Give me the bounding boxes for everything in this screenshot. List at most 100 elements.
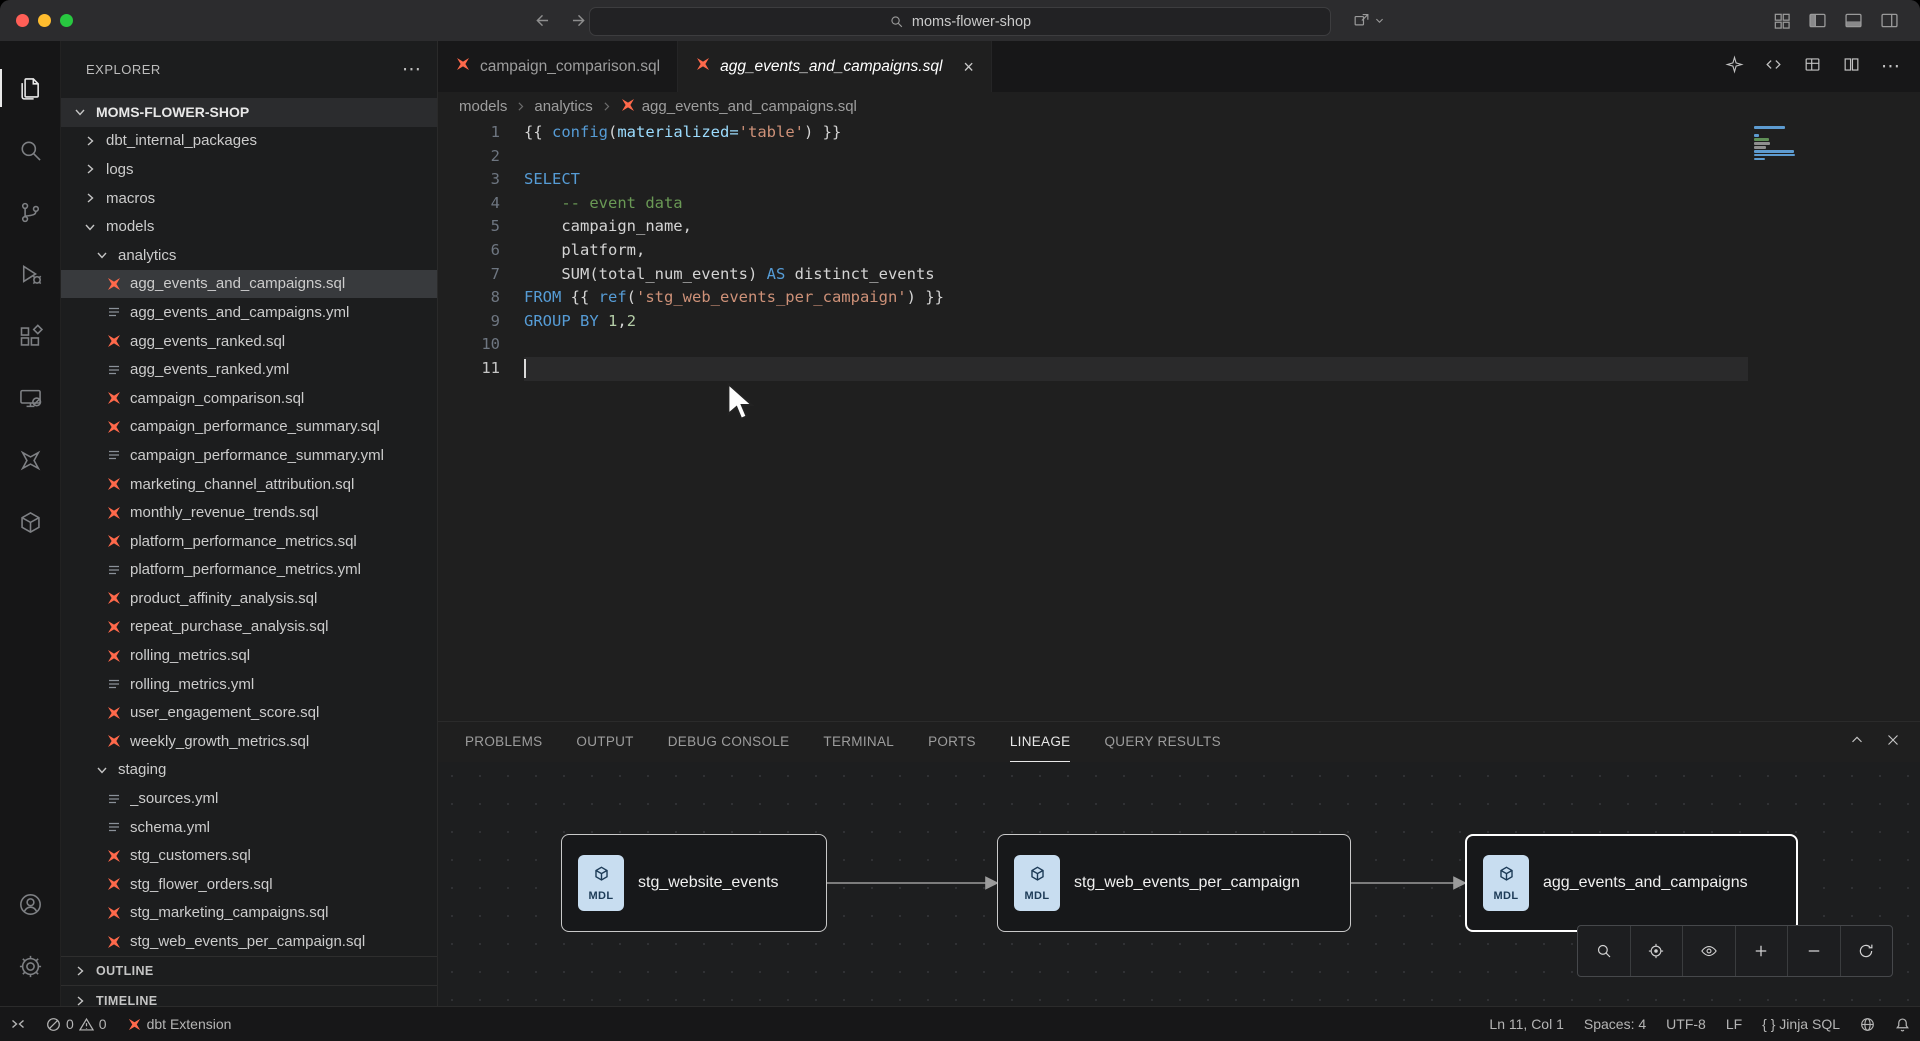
tree-item-platform_performance_metrics.sql[interactable]: platform_performance_metrics.sql [61,527,437,556]
window-close-button[interactable] [16,14,29,27]
remote-indicator[interactable] [0,1007,36,1041]
inline-code-button[interactable] [1764,55,1783,79]
tree-item-models[interactable]: models [61,212,437,241]
lineage-visibility-button[interactable] [1683,926,1736,976]
customize-layout-button[interactable] [1772,11,1792,31]
activity-packages[interactable] [0,491,61,553]
breadcrumb-item-agg_events_and_campaigns.sql[interactable]: agg_events_and_campaigns.sql [620,97,857,117]
toggle-secondary-sidebar-button[interactable] [1879,10,1900,31]
lineage-canvas[interactable]: MDLstg_website_events MDLstg_web_events_p… [438,762,1920,1007]
tree-item-rolling_metrics.sql[interactable]: rolling_metrics.sql [61,641,437,670]
tree-item-staging[interactable]: staging [61,756,437,785]
panel-tab-QUERY RESULTS[interactable]: QUERY RESULTS [1104,722,1220,762]
tree-item-platform_performance_metrics.yml[interactable]: platform_performance_metrics.yml [61,556,437,585]
code-line-7[interactable]: 7 SUM(total_num_events) AS distinct_even… [438,263,1920,287]
dbt-extension-status[interactable]: dbt Extension [117,1007,242,1041]
code-line-8[interactable]: 8FROM {{ ref('stg_web_events_per_campaig… [438,286,1920,310]
outline-section-header[interactable]: OUTLINE [61,956,437,986]
tree-item-macros[interactable]: macros [61,184,437,213]
lineage-zoom-in-button[interactable] [1736,926,1789,976]
activity-remote-explorer[interactable] [0,367,61,429]
split-editor-button[interactable] [1842,55,1861,79]
tree-item-monthly_revenue_trends.sql[interactable]: monthly_revenue_trends.sql [61,498,437,527]
activity-settings[interactable] [0,935,61,997]
tree-item-campaign_performance_summary.yml[interactable]: campaign_performance_summary.yml [61,441,437,470]
tree-item-repeat_purchase_analysis.sql[interactable]: repeat_purchase_analysis.sql [61,613,437,642]
tree-item-stg_web_events_per_campaign.sql[interactable]: stg_web_events_per_campaign.sql [61,927,437,956]
activity-search[interactable] [0,119,61,181]
tree-item-agg_events_ranked.yml[interactable]: agg_events_ranked.yml [61,355,437,384]
breadcrumb-item-models[interactable]: models [459,98,507,115]
close-panel-button[interactable] [1884,731,1902,754]
activity-run-debug[interactable] [0,243,61,305]
toggle-panel-button[interactable] [1843,10,1864,31]
tree-item-rolling_metrics.yml[interactable]: rolling_metrics.yml [61,670,437,699]
tree-item-stg_customers.sql[interactable]: stg_customers.sql [61,841,437,870]
maximize-panel-button[interactable] [1848,731,1866,754]
command-center-search[interactable]: moms-flower-shop [589,7,1331,36]
language-mode-status[interactable]: { } Jinja SQL [1752,1007,1850,1041]
tree-item-stg_marketing_campaigns.sql[interactable]: stg_marketing_campaigns.sql [61,899,437,928]
cursor-position-status[interactable]: Ln 11, Col 1 [1479,1007,1573,1041]
activity-source-control[interactable] [0,181,61,243]
breadcrumb-item-analytics[interactable]: analytics [534,98,592,115]
tree-item-campaign_comparison.sql[interactable]: campaign_comparison.sql [61,384,437,413]
query-results-button[interactable] [1803,55,1822,79]
close-tab-icon[interactable]: × [963,58,974,76]
lineage-node-stg_website_events[interactable]: MDLstg_website_events [561,834,827,932]
panel-tab-DEBUG CONSOLE[interactable]: DEBUG CONSOLE [668,722,790,762]
tree-item-user_engagement_score.sql[interactable]: user_engagement_score.sql [61,698,437,727]
window-minimize-button[interactable] [38,14,51,27]
window-zoom-button[interactable] [60,14,73,27]
more-actions-icon[interactable]: ⋯ [402,58,421,81]
panel-tab-LINEAGE[interactable]: LINEAGE [1010,722,1071,762]
tree-item-dbt_internal_packages[interactable]: dbt_internal_packages [61,127,437,156]
tree-item-agg_events_and_campaigns.sql[interactable]: agg_events_and_campaigns.sql [61,270,437,299]
activity-dbt-power-user[interactable] [0,429,61,491]
tree-item-agg_events_and_campaigns.yml[interactable]: agg_events_and_campaigns.yml [61,298,437,327]
more-actions-icon[interactable]: ⋯ [1881,55,1900,78]
lineage-node-stg_web_events_per_campaign[interactable]: MDLstg_web_events_per_campaign [997,834,1351,932]
activity-explorer[interactable] [0,57,61,119]
tree-item-analytics[interactable]: analytics [61,241,437,270]
code-line-1[interactable]: 1{{ config(materialized='table') }} [438,121,1920,145]
lineage-zoom-search-button[interactable] [1578,926,1631,976]
code-editor[interactable]: 1{{ config(materialized='table') }}23SEL… [438,121,1920,721]
tree-item-marketing_channel_attribution.sql[interactable]: marketing_channel_attribution.sql [61,470,437,499]
tree-item-logs[interactable]: logs [61,155,437,184]
tree-item-_sources.yml[interactable]: _sources.yml [61,784,437,813]
editor-tab-campaign_comparison.sql[interactable]: campaign_comparison.sql [438,41,678,92]
encoding-status[interactable]: UTF-8 [1656,1007,1716,1041]
panel-tab-PROBLEMS[interactable]: PROBLEMS [465,722,542,762]
indentation-status[interactable]: Spaces: 4 [1574,1007,1656,1041]
lineage-fit-view-button[interactable] [1631,926,1684,976]
open-in-window-button[interactable] [1352,0,1385,41]
lineage-zoom-out-button[interactable] [1788,926,1841,976]
eol-status[interactable]: LF [1716,1007,1752,1041]
code-line-10[interactable]: 10 [438,333,1920,357]
lineage-node-agg_events_and_campaigns[interactable]: MDLagg_events_and_campaigns [1465,834,1798,932]
tree-item-stg_flower_orders.sql[interactable]: stg_flower_orders.sql [61,870,437,899]
tree-item-product_affinity_analysis.sql[interactable]: product_affinity_analysis.sql [61,584,437,613]
tree-item-weekly_growth_metrics.sql[interactable]: weekly_growth_metrics.sql [61,727,437,756]
code-line-9[interactable]: 9GROUP BY 1,2 [438,310,1920,334]
code-line-11[interactable]: 11 [438,357,1920,381]
sparkle-action-button[interactable] [1725,55,1744,79]
code-line-5[interactable]: 5 campaign_name, [438,215,1920,239]
globe-status[interactable] [1850,1007,1885,1041]
panel-tab-PORTS[interactable]: PORTS [928,722,976,762]
activity-accounts[interactable] [0,873,61,935]
code-line-4[interactable]: 4 -- event data [438,192,1920,216]
minimap[interactable] [1748,126,1920,170]
code-line-2[interactable]: 2 [438,145,1920,169]
activity-extensions[interactable] [0,305,61,367]
editor-tab-agg_events_and_campaigns.sql[interactable]: agg_events_and_campaigns.sql× [678,41,992,92]
tree-item-schema.yml[interactable]: schema.yml [61,813,437,842]
panel-tab-OUTPUT[interactable]: OUTPUT [576,722,633,762]
toggle-sidebar-button[interactable] [1807,10,1828,31]
panel-tab-TERMINAL[interactable]: TERMINAL [823,722,894,762]
notifications-bell[interactable] [1885,1007,1920,1041]
tree-item-campaign_performance_summary.sql[interactable]: campaign_performance_summary.sql [61,413,437,442]
tree-root-folder[interactable]: MOMS-FLOWER-SHOP [61,98,437,127]
forward-button[interactable] [569,11,588,30]
